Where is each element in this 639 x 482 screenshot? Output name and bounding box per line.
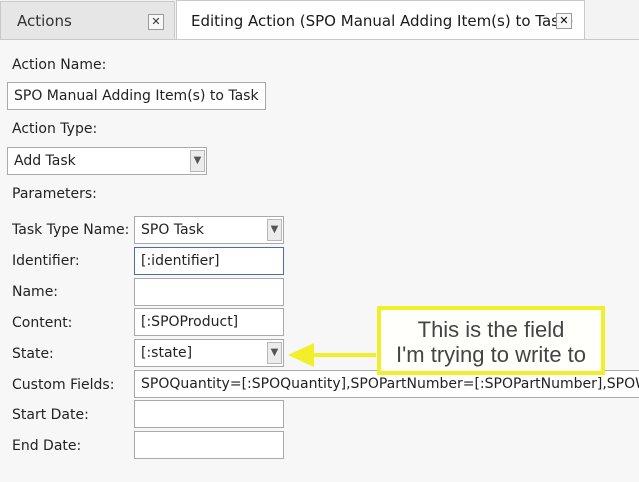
chevron-down-icon[interactable]: ▼ <box>267 219 282 241</box>
action-name-input[interactable]: SPO Manual Adding Item(s) to Task <box>7 82 266 110</box>
state-label: State: <box>12 346 54 362</box>
tab-bar: Actions ✕ Editing Action (SPO Manual Add… <box>0 0 639 40</box>
identifier-input[interactable]: [:identifier] <box>134 247 284 275</box>
state-value: [:state] <box>141 345 193 361</box>
tab-editing-action-label: Editing Action (SPO Manual Adding Item(s… <box>191 11 574 30</box>
action-name-label: Action Name: <box>12 57 107 73</box>
end-date-label: End Date: <box>12 438 82 454</box>
name-input[interactable] <box>134 278 284 306</box>
identifier-label: Identifier: <box>12 253 80 269</box>
annotation-line-1: This is the field <box>417 317 565 342</box>
callout-arrow <box>288 343 376 367</box>
action-type-label: Action Type: <box>12 121 98 137</box>
tab-editing-action[interactable]: Editing Action (SPO Manual Adding Item(s… <box>176 0 585 40</box>
parameters-label: Parameters: <box>12 186 97 202</box>
chevron-down-icon[interactable]: ▼ <box>190 150 205 172</box>
end-date-input[interactable] <box>134 431 284 459</box>
tab-actions[interactable]: Actions ✕ <box>0 1 175 39</box>
close-icon[interactable]: ✕ <box>148 14 164 30</box>
custom-fields-label: Custom Fields: <box>12 377 115 393</box>
annotation-callout: This is the field I'm trying to write to <box>377 306 605 375</box>
task-type-name-label: Task Type Name: <box>12 222 130 238</box>
annotation-line-2: I'm trying to write to <box>395 342 587 367</box>
task-type-name-select[interactable]: SPO Task ▼ <box>134 216 284 244</box>
name-label: Name: <box>12 284 59 300</box>
start-date-label: Start Date: <box>12 407 89 423</box>
action-type-value: Add Task <box>14 153 76 169</box>
start-date-input[interactable] <box>134 400 284 428</box>
task-type-name-value: SPO Task <box>141 222 205 238</box>
action-type-select[interactable]: Add Task ▼ <box>7 147 207 175</box>
close-icon[interactable]: ✕ <box>556 13 572 29</box>
content-input[interactable]: [:SPOProduct] <box>134 308 284 336</box>
chevron-down-icon[interactable]: ▼ <box>267 342 282 364</box>
content-label: Content: <box>12 315 73 331</box>
tab-actions-label: Actions <box>17 11 72 30</box>
state-select[interactable]: [:state] ▼ <box>134 339 284 367</box>
